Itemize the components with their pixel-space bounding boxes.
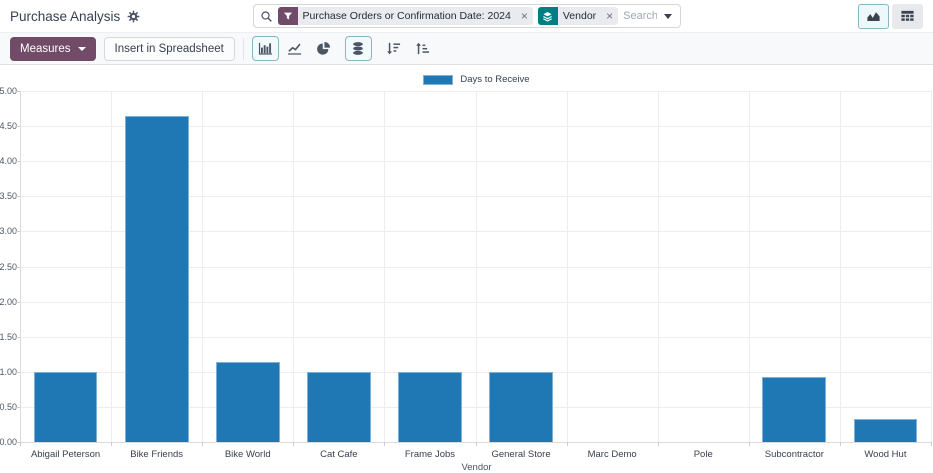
x-tick-mark	[111, 442, 112, 446]
stacked-group	[345, 36, 372, 61]
filter-icon	[278, 7, 298, 25]
layers-icon	[538, 7, 558, 25]
x-gridline	[658, 91, 659, 442]
chart-type-group	[252, 36, 337, 61]
sort-ascending-icon	[415, 41, 430, 56]
y-tick-label: 0.00	[0, 437, 17, 447]
x-gridline	[111, 91, 112, 442]
x-category-label: Cat Cafe	[293, 449, 384, 460]
pie-chart-icon	[316, 41, 331, 56]
x-category-label: Pole	[658, 449, 749, 460]
pivot-view-button[interactable]	[892, 4, 923, 29]
line-chart-icon	[287, 41, 302, 56]
groupby-facet-label: Vendor	[558, 7, 601, 25]
bar[interactable]	[307, 372, 371, 442]
x-tick-mark	[202, 442, 203, 446]
remove-groupby-icon[interactable]	[601, 7, 618, 25]
x-tick-mark	[20, 442, 21, 446]
search-dropdown-caret-icon[interactable]	[664, 14, 672, 19]
x-gridline	[202, 91, 203, 442]
page-title: Purchase Analysis	[10, 9, 120, 24]
x-tick-mark	[293, 442, 294, 446]
y-tick-label: 4.50	[0, 121, 17, 131]
sort-ascending-button[interactable]	[409, 36, 436, 61]
x-gridline	[293, 91, 294, 442]
x-tick-mark	[476, 442, 477, 446]
y-tick-label: 1.00	[0, 367, 17, 377]
search-input[interactable]	[623, 10, 656, 22]
filter-facet: Purchase Orders or Confirmation Date: 20…	[278, 7, 533, 25]
sort-group	[380, 36, 436, 61]
legend-swatch	[423, 75, 453, 85]
x-gridline	[931, 91, 932, 442]
y-tick-label: 4.00	[0, 156, 17, 166]
toolbar-divider	[243, 38, 244, 60]
x-tick-mark	[567, 442, 568, 446]
measures-label: Measures	[20, 43, 71, 55]
x-gridline	[384, 91, 385, 442]
x-tick-mark	[384, 442, 385, 446]
filter-facet-label: Purchase Orders or Confirmation Date: 20…	[298, 7, 516, 25]
x-category-label: Frame Jobs	[384, 449, 475, 460]
y-tick-label: 3.00	[0, 226, 17, 236]
groupby-facet: Vendor	[538, 7, 618, 25]
bar[interactable]	[489, 372, 553, 442]
x-tick-mark	[658, 442, 659, 446]
pie-chart-button[interactable]	[310, 36, 337, 61]
x-gridline	[567, 91, 568, 442]
stacked-database-icon	[351, 41, 365, 56]
line-chart-button[interactable]	[281, 36, 308, 61]
x-gridline	[749, 91, 750, 442]
y-tick-label: 1.50	[0, 332, 17, 342]
x-category-label: Abigail Peterson	[20, 449, 111, 460]
bar-chart-plot: 0.000.501.001.502.002.503.003.504.004.50…	[20, 91, 931, 442]
gear-icon[interactable]	[127, 10, 140, 23]
bar[interactable]	[125, 116, 189, 442]
x-gridline	[476, 91, 477, 442]
view-switcher	[681, 4, 924, 29]
stacked-toggle-button[interactable]	[345, 36, 372, 61]
breadcrumb: Purchase Analysis	[10, 9, 253, 24]
bar-chart-icon	[258, 41, 273, 56]
bar[interactable]	[762, 377, 826, 442]
bar[interactable]	[34, 372, 98, 442]
x-axis-title: Vendor	[20, 462, 933, 473]
y-tick-label: 0.50	[0, 402, 17, 412]
x-tick-mark	[749, 442, 750, 446]
y-tick-label: 2.50	[0, 262, 17, 272]
graph-view-button[interactable]	[858, 4, 889, 29]
chart-area: Days to Receive 0.000.501.001.502.002.50…	[0, 65, 933, 470]
legend-label: Days to Receive	[460, 74, 529, 85]
chart-legend[interactable]: Days to Receive	[20, 74, 933, 85]
x-tick-mark	[840, 442, 841, 446]
pivot-grid-icon	[900, 9, 915, 24]
x-tick-mark	[931, 442, 932, 446]
x-category-label: Marc Demo	[567, 449, 658, 460]
search-bar[interactable]: Purchase Orders or Confirmation Date: 20…	[253, 4, 681, 28]
y-tick-label: 3.50	[0, 191, 17, 201]
control-panel: Purchase Analysis	[0, 0, 933, 32]
bar-chart-button[interactable]	[252, 36, 279, 61]
remove-filter-icon[interactable]	[516, 7, 533, 25]
x-category-label: Bike Friends	[111, 449, 202, 460]
x-category-label: Wood Hut	[840, 449, 931, 460]
y-tick-label: 5.00	[0, 86, 17, 96]
bar[interactable]	[854, 419, 918, 442]
search-icon	[260, 10, 273, 23]
sort-descending-button[interactable]	[380, 36, 407, 61]
sort-descending-icon	[386, 41, 401, 56]
insert-in-spreadsheet-button[interactable]: Insert in Spreadsheet	[104, 37, 235, 61]
graph-toolbar: Measures Insert in Spreadsheet	[0, 32, 933, 65]
caret-down-icon	[78, 47, 86, 51]
measures-button[interactable]: Measures	[10, 37, 96, 61]
x-gridline	[840, 91, 841, 442]
bar[interactable]	[216, 362, 280, 442]
x-category-label: Subcontractor	[749, 449, 840, 460]
area-chart-icon	[866, 9, 881, 24]
x-gridline	[20, 91, 21, 442]
y-tick-label: 2.00	[0, 297, 17, 307]
x-category-label: General Store	[476, 449, 567, 460]
x-category-label: Bike World	[202, 449, 293, 460]
bar[interactable]	[398, 372, 462, 442]
